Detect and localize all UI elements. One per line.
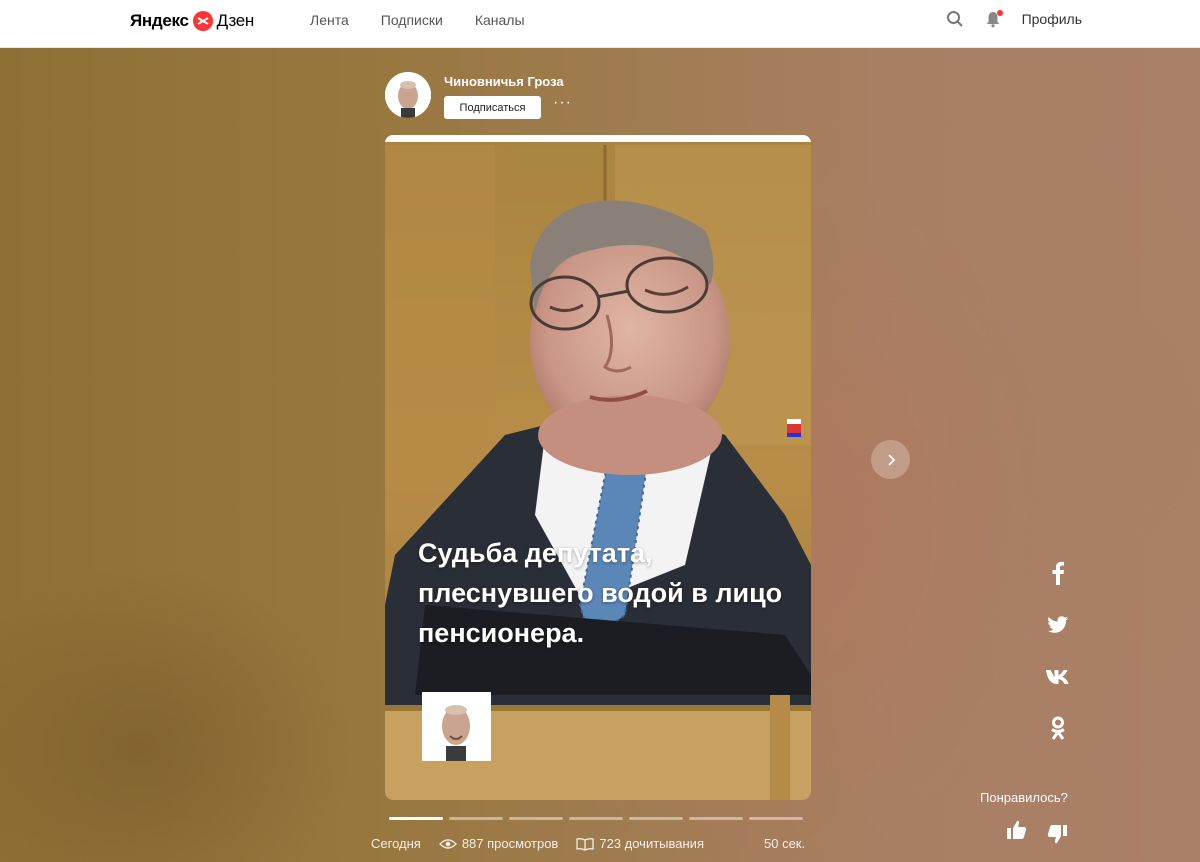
progress-segment [749, 817, 803, 820]
more-options-button[interactable]: ··· [553, 94, 572, 112]
share-panel [1040, 560, 1076, 768]
progress-segment [569, 817, 623, 820]
next-slide-button[interactable] [871, 440, 910, 479]
read-duration: 50 сек. [764, 836, 806, 851]
odnoklassniki-icon [1051, 716, 1065, 740]
chevron-right-icon [887, 453, 895, 466]
progress-segment [629, 817, 683, 820]
reads-count: 723 дочитывания [576, 836, 704, 851]
progress-segment [509, 817, 563, 820]
yandex-dzen-logo[interactable]: Яндекс Дзен [130, 8, 254, 34]
nav-item-subscriptions[interactable]: Подписки [381, 12, 443, 28]
main-nav: Лента Подписки Каналы [310, 12, 525, 28]
dzen-logo-icon [192, 11, 213, 31]
share-odnoklassniki[interactable] [1040, 716, 1076, 742]
profile-link[interactable]: Профиль [1022, 11, 1082, 27]
story-top-strip [385, 135, 811, 142]
share-facebook[interactable] [1040, 560, 1076, 586]
search-icon[interactable] [946, 10, 964, 28]
twitter-icon [1048, 616, 1068, 633]
views-count: 887 просмотров [438, 836, 559, 851]
publish-date: Сегодня [371, 836, 421, 851]
progress-segment [389, 817, 443, 820]
share-vk[interactable] [1040, 664, 1076, 690]
like-button[interactable] [1005, 818, 1029, 842]
subscribe-button[interactable]: Подписаться [444, 96, 541, 119]
notification-dot [996, 10, 1003, 16]
logo-yandex-text: Яндекс [130, 11, 189, 30]
channel-name[interactable]: Чиновничья Гроза [444, 74, 564, 89]
progress-segment [689, 817, 743, 820]
story-title: Судьба депутата, плеснувшего водой в лиц… [418, 538, 783, 648]
top-bar: Яндекс Дзен Лента Подписки Каналы Профил… [0, 0, 1200, 48]
story-card[interactable]: Судьба депутата, плеснувшего водой в лиц… [385, 135, 811, 800]
story-progress [389, 817, 803, 820]
logo-dzen-text: Дзен [216, 11, 255, 30]
nav-item-channels[interactable]: Каналы [475, 12, 525, 28]
share-twitter[interactable] [1040, 612, 1076, 638]
story-meta: Сегодня 887 просмотров 723 дочитывания [371, 836, 722, 851]
header-actions: Профиль [946, 10, 1082, 28]
channel-avatar[interactable] [385, 72, 431, 118]
facebook-icon [1052, 561, 1064, 585]
vk-icon [1046, 670, 1069, 684]
reads-text: 723 дочитывания [599, 836, 704, 851]
progress-segment [449, 817, 503, 820]
notifications-bell-icon[interactable] [984, 10, 1003, 28]
thumbs-up-icon [1007, 820, 1027, 839]
dislike-button[interactable] [1045, 822, 1069, 846]
liked-question: Понравилось? [980, 790, 1068, 805]
nav-item-feed[interactable]: Лента [310, 12, 349, 28]
story-channel-badge [422, 692, 491, 761]
views-text: 887 просмотров [461, 836, 559, 851]
open-book-icon [576, 837, 594, 851]
thumbs-down-icon [1047, 825, 1067, 844]
eye-icon [438, 838, 457, 849]
